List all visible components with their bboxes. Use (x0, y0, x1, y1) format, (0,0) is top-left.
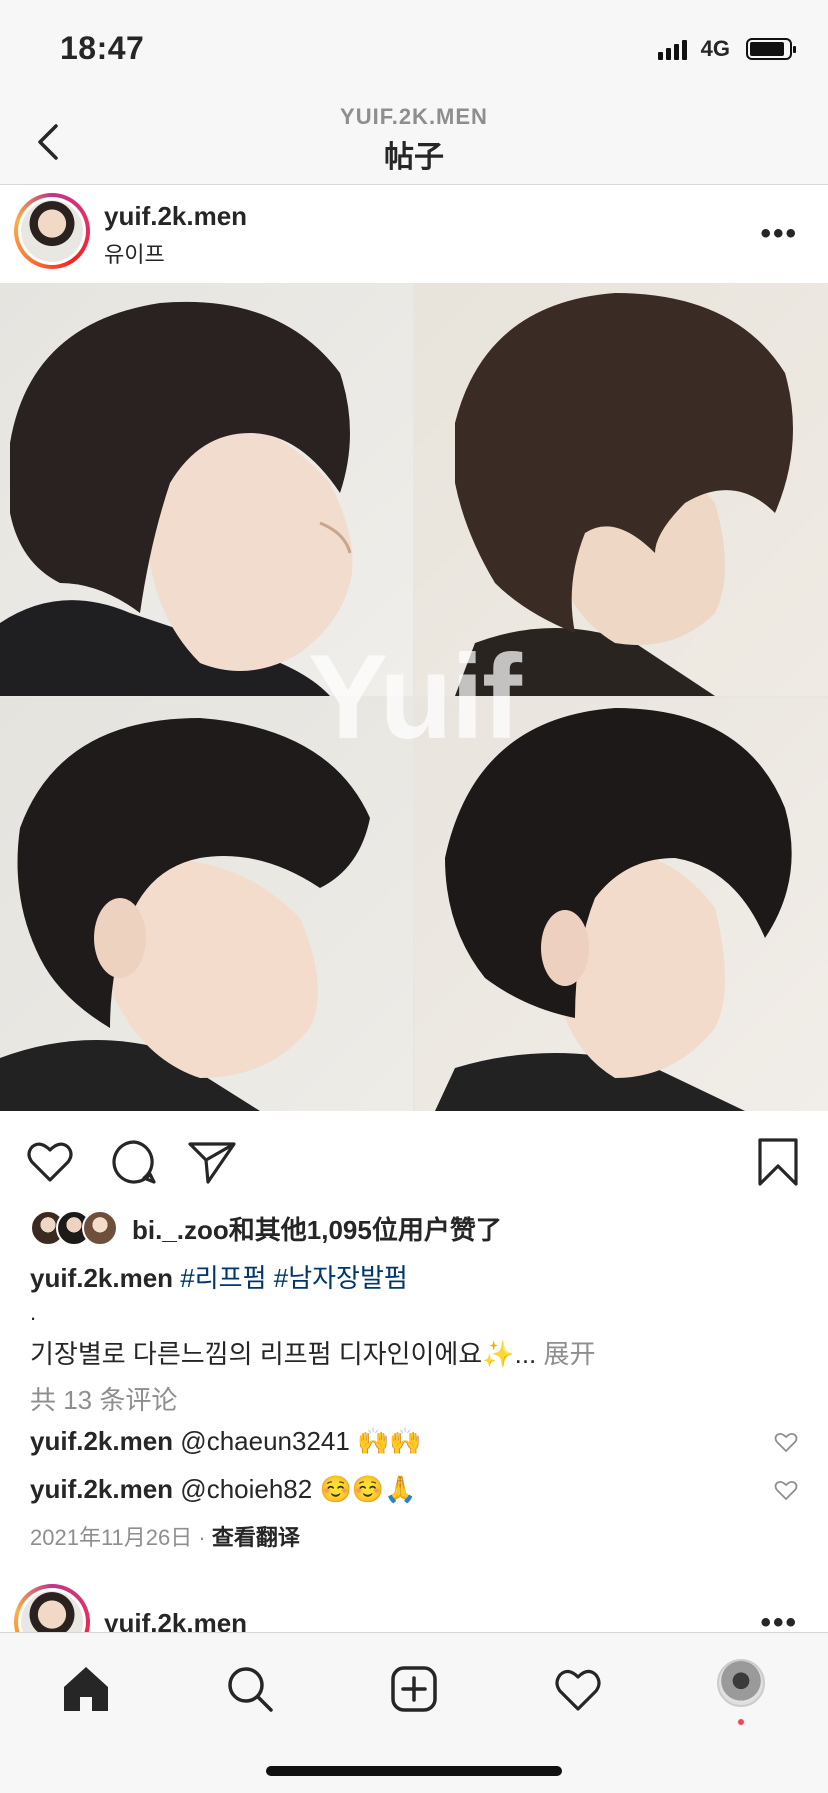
image-watermark: Yuif (307, 630, 522, 764)
caption-hashtags[interactable]: #리프펌 #남자장발펌 (180, 1263, 408, 1293)
likes-summary[interactable]: bi._.zoo和其他1,095位用户赞了 (30, 1208, 502, 1248)
new-post-icon[interactable] (388, 1663, 440, 1715)
avatar[interactable] (14, 193, 90, 269)
status-bar: 18:47 4G (0, 0, 828, 100)
post-header: yuif.2k.men 유이프 ••• (0, 185, 828, 281)
activity-heart-icon[interactable] (552, 1663, 604, 1715)
more-options-icon[interactable]: ••• (760, 1606, 798, 1632)
navigation-bar: YUIF.2K.MEN 帖子 (0, 100, 828, 185)
comment-like-heart-icon[interactable] (774, 1478, 798, 1502)
status-indicators: 4G (657, 36, 796, 62)
expand-caption-link[interactable]: 展开 (544, 1339, 596, 1369)
status-time: 18:47 (60, 30, 145, 66)
post-meta: 2021年11月26日 · 查看翻译 (30, 1520, 300, 1552)
post-date: 2021年11月26日 (30, 1525, 193, 1550)
comment-username[interactable]: yuif.2k.men (30, 1426, 173, 1456)
profile-tab-avatar[interactable] (717, 1659, 765, 1707)
avatar[interactable] (14, 1584, 90, 1632)
caption-dot: . (30, 1300, 37, 1325)
more-options-icon[interactable]: ••• (760, 217, 798, 251)
comment-text: @choieh82 ☺️☺️🙏 (180, 1474, 417, 1504)
comment-like-heart-icon[interactable] (774, 1430, 798, 1454)
home-indicator (266, 1766, 562, 1776)
like-heart-icon[interactable] (24, 1136, 76, 1188)
comment-item: yuif.2k.men @chaeun3241 🙌🙌 (30, 1426, 422, 1457)
comment-icon[interactable] (108, 1136, 160, 1188)
post-caption: yuif.2k.men #리프펌 #남자장발펌 (30, 1258, 408, 1295)
see-translation-link[interactable]: 查看翻译 (212, 1525, 300, 1550)
caption-username[interactable]: yuif.2k.men (30, 1263, 173, 1293)
meta-separator: · (198, 1525, 206, 1550)
caption-description: 기장별로 다른느낌의 리프펌 디자인이에요✨... 展开 (30, 1334, 596, 1371)
comment-username[interactable]: yuif.2k.men (30, 1474, 173, 1504)
next-post-header: yuif.2k.men ••• (0, 1580, 828, 1632)
comment-text: @chaeun3241 🙌🙌 (180, 1426, 422, 1456)
search-icon[interactable] (224, 1663, 276, 1715)
network-type: 4G (700, 36, 730, 61)
post-username[interactable]: yuif.2k.men (104, 201, 247, 232)
caption-text: 기장별로 다른느낌의 리프펌 디자인이에요✨... (30, 1339, 537, 1369)
signal-icon (657, 38, 687, 60)
post-actions (0, 1112, 828, 1212)
liker-avatar (82, 1210, 118, 1246)
nav-subtitle: YUIF.2K.MEN (340, 104, 488, 129)
comment-item: yuif.2k.men @choieh82 ☺️☺️🙏 (30, 1474, 417, 1505)
likes-count[interactable]: bi._.zoo和其他1,095位用户赞了 (132, 1210, 502, 1247)
post-username[interactable]: yuif.2k.men (104, 1608, 247, 1632)
notification-dot (738, 1719, 744, 1725)
battery-icon (746, 38, 796, 60)
share-send-icon[interactable] (186, 1136, 238, 1188)
post-image[interactable]: Yuif (0, 283, 828, 1111)
page-title: 帖子 (384, 141, 444, 174)
home-icon[interactable] (60, 1663, 112, 1715)
post-location-name[interactable]: 유이프 (104, 237, 165, 269)
save-bookmark-icon[interactable] (752, 1136, 804, 1188)
view-all-comments-link[interactable]: 共 13 条评论 (30, 1380, 177, 1417)
